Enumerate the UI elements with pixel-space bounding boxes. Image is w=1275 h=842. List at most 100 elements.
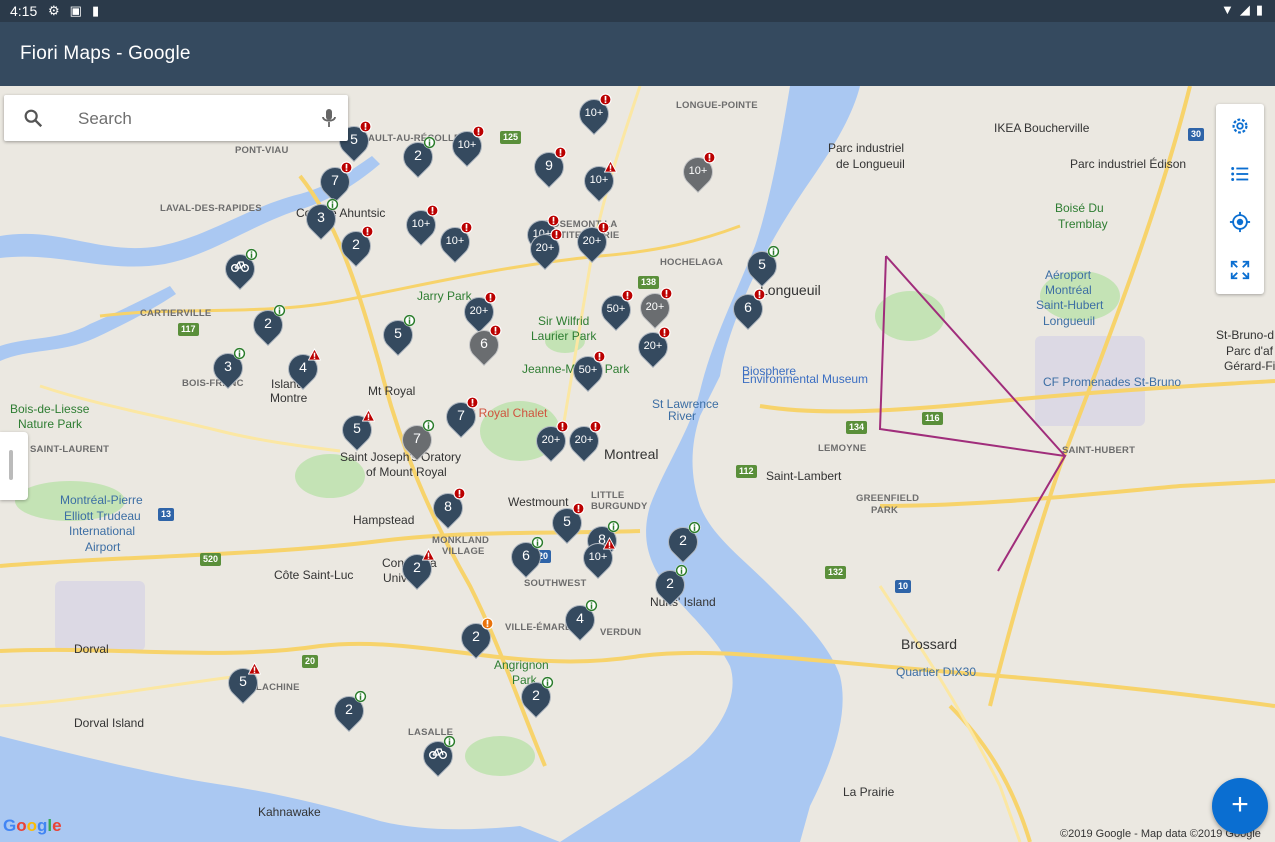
alert-icon [484, 291, 497, 304]
marker-count: 20+ [535, 242, 555, 254]
marker-count: 2 [679, 532, 687, 548]
microphone-icon[interactable] [319, 107, 339, 129]
alert-icon [466, 396, 479, 409]
locate-button[interactable] [1216, 200, 1264, 244]
map-marker[interactable]: 5 [335, 408, 379, 453]
map-marker[interactable]: 20+ [523, 227, 567, 272]
road-shield: 132 [825, 566, 847, 579]
map-marker[interactable]: 3 [206, 346, 250, 391]
map-marker[interactable]: 5 [376, 313, 420, 358]
marker-count: 4 [576, 610, 584, 626]
map-marker[interactable] [218, 247, 262, 292]
map-marker[interactable]: 20+ [562, 419, 606, 464]
map-marker[interactable]: 10+ [445, 124, 489, 169]
map-view[interactable] [0, 86, 1275, 842]
alert-icon [472, 125, 485, 138]
warning-icon [361, 408, 376, 422]
info-icon [607, 520, 620, 533]
map-marker[interactable]: 10+ [676, 150, 720, 195]
info-icon [585, 599, 598, 612]
marker-count: 5 [563, 513, 571, 529]
map-marker[interactable]: 6 [726, 287, 770, 332]
map-label: Montre [270, 391, 308, 405]
map-label: Parc industriel [828, 141, 905, 155]
map-label: Parc industriel Édison [1070, 157, 1187, 171]
search-icon[interactable] [22, 107, 44, 129]
map-marker[interactable]: 6 [504, 535, 548, 580]
map-label: de Longueuil [836, 157, 905, 171]
map-label: of Mount Royal [366, 465, 447, 479]
map-marker[interactable]: 2 [661, 520, 705, 565]
add-button[interactable]: + [1212, 778, 1268, 834]
map-marker[interactable]: 20+ [631, 325, 675, 370]
system-icons: ▼ ◢ ▮ [1221, 2, 1263, 18]
info-icon [541, 676, 554, 689]
marker-count: 20+ [469, 305, 489, 317]
settings-button[interactable] [1216, 104, 1264, 148]
map-label: LITTLE [591, 490, 625, 501]
alert-icon [660, 287, 673, 300]
list-button[interactable] [1216, 152, 1264, 196]
map-marker[interactable]: 5 [545, 501, 589, 546]
info-icon [422, 419, 435, 432]
map-marker[interactable]: 2 [648, 563, 692, 608]
map-marker[interactable]: 5 [740, 244, 784, 289]
marker-count: 9 [545, 157, 553, 173]
map-marker[interactable]: 2 [246, 303, 290, 348]
map-marker[interactable]: 7 [395, 418, 439, 463]
map-marker[interactable]: 8 [426, 486, 470, 531]
map-marker[interactable]: 2 [395, 547, 439, 592]
marker-count: 10+ [588, 551, 608, 563]
map-label: St-Bruno-d [1216, 328, 1275, 342]
map-marker[interactable]: 20+ [529, 419, 573, 464]
map-marker[interactable]: 3 [299, 197, 343, 242]
map-marker[interactable]: 10+ [572, 92, 616, 137]
map-marker[interactable]: 10+ [576, 536, 620, 581]
road-shield: 13 [158, 508, 175, 521]
marker-count: 10+ [457, 139, 477, 151]
map-label: La Prairie [843, 785, 895, 799]
map-marker[interactable]: 7 [439, 395, 483, 440]
map-marker[interactable]: 10+ [433, 220, 477, 265]
road-shield: 112 [736, 465, 757, 478]
map-marker[interactable]: 9 [527, 145, 571, 190]
map-label: BURGUNDY [591, 501, 648, 512]
alert-icon [489, 324, 502, 337]
marker-count: 50+ [606, 303, 626, 315]
map-marker[interactable]: 50+ [594, 288, 638, 333]
map-marker[interactable]: 10+ [577, 159, 621, 204]
map-marker[interactable]: 4 [281, 347, 325, 392]
map-marker[interactable]: 4 [558, 598, 602, 643]
fullscreen-button[interactable] [1216, 248, 1264, 292]
marker-count: 10+ [584, 107, 604, 119]
marker-count: 2 [352, 236, 360, 252]
grip-icon [9, 450, 13, 480]
map-marker[interactable]: 2 [327, 689, 371, 734]
marker-count: 6 [522, 547, 530, 563]
map-marker[interactable]: 10+ [399, 203, 443, 248]
map-marker[interactable]: 6 [462, 323, 506, 368]
map-marker[interactable]: 2 [454, 616, 498, 661]
info-icon [767, 245, 780, 258]
info-icon [273, 304, 286, 317]
map-label: Kahnawake [258, 805, 321, 819]
info-icon [326, 198, 339, 211]
map-label: Saint-Lambert [766, 469, 842, 483]
map-marker[interactable] [416, 734, 460, 779]
map-marker[interactable]: 2 [514, 675, 558, 720]
map-label: Sir Wilfrid [538, 314, 590, 328]
marker-count: 10+ [411, 218, 431, 230]
map-marker[interactable]: 20+ [570, 220, 614, 265]
search-input[interactable] [76, 105, 300, 133]
map-marker[interactable]: 2 [334, 224, 378, 269]
info-icon [403, 314, 416, 327]
alert-icon [556, 420, 569, 433]
map-marker[interactable]: 5 [221, 661, 265, 706]
map-label: Bois-de-Liesse [10, 402, 90, 416]
side-panel-handle[interactable] [0, 432, 28, 500]
map-marker[interactable]: 50+ [566, 349, 610, 394]
marker-count: 20+ [574, 434, 594, 446]
map-marker[interactable]: 2 [396, 135, 440, 180]
alert-icon [621, 289, 634, 302]
marker-count: 2 [472, 628, 480, 644]
